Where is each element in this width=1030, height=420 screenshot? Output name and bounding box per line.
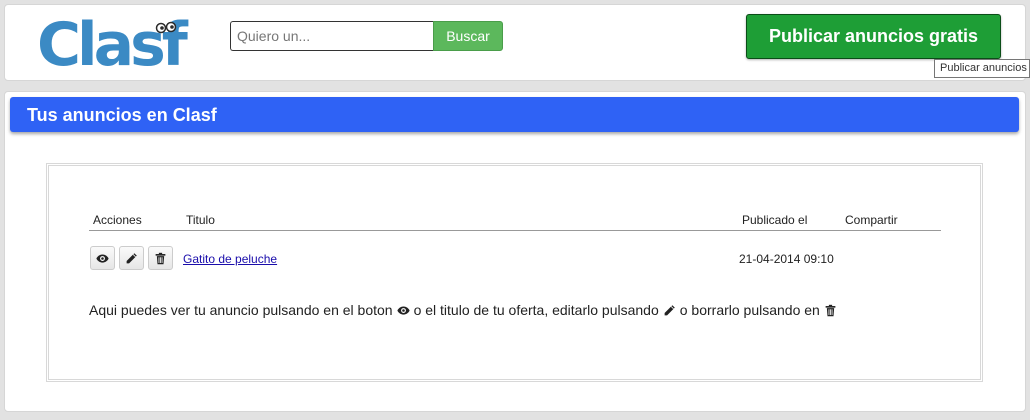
clasf-logo-image: Clasf xyxy=(37,10,193,79)
header-title: Titulo xyxy=(186,213,215,227)
logo-pupil-right xyxy=(170,25,174,29)
ad-published-date: 21-04-2014 09:10 xyxy=(739,252,834,266)
pencil-icon xyxy=(663,304,676,317)
edit-ad-button[interactable] xyxy=(119,246,144,270)
logo-pupil-left xyxy=(160,26,164,30)
ads-content-box: Acciones Titulo Publicado el Compartir G… xyxy=(46,163,983,382)
view-ad-button[interactable] xyxy=(90,246,115,270)
table-header-divider xyxy=(89,230,941,231)
eye-icon xyxy=(96,253,109,263)
help-text-part3: o borrarlo pulsando en xyxy=(679,302,820,318)
help-text-part1: Aqui puedes ver tu anuncio pulsando en e… xyxy=(89,302,393,318)
publish-tooltip: Publicar anuncios gratis xyxy=(934,59,1030,78)
publish-ads-button[interactable]: Publicar anuncios gratis xyxy=(746,14,1001,59)
trash-icon xyxy=(824,304,837,317)
trash-icon xyxy=(155,252,166,264)
my-ads-panel: Tus anuncios en Clasf Acciones Titulo Pu… xyxy=(4,91,1026,412)
header-actions: Acciones xyxy=(93,213,142,227)
header-share: Compartir xyxy=(845,213,898,227)
panel-title: Tus anuncios en Clasf xyxy=(10,97,1019,132)
clasf-logo[interactable]: Clasf xyxy=(35,7,205,79)
eye-icon xyxy=(396,304,410,317)
header-published: Publicado el xyxy=(742,213,808,227)
delete-ad-button[interactable] xyxy=(148,246,173,270)
search-button[interactable]: Buscar xyxy=(433,21,503,51)
search-input[interactable] xyxy=(230,21,434,51)
help-text: Aqui puedes ver tu anuncio pulsando en e… xyxy=(89,302,841,318)
ad-title-link[interactable]: Gatito de peluche xyxy=(183,252,277,266)
help-text-part2: o el titulo de tu oferta, editarlo pulsa… xyxy=(413,302,659,318)
logo-text: Clasf xyxy=(37,10,189,79)
pencil-icon xyxy=(126,252,137,263)
